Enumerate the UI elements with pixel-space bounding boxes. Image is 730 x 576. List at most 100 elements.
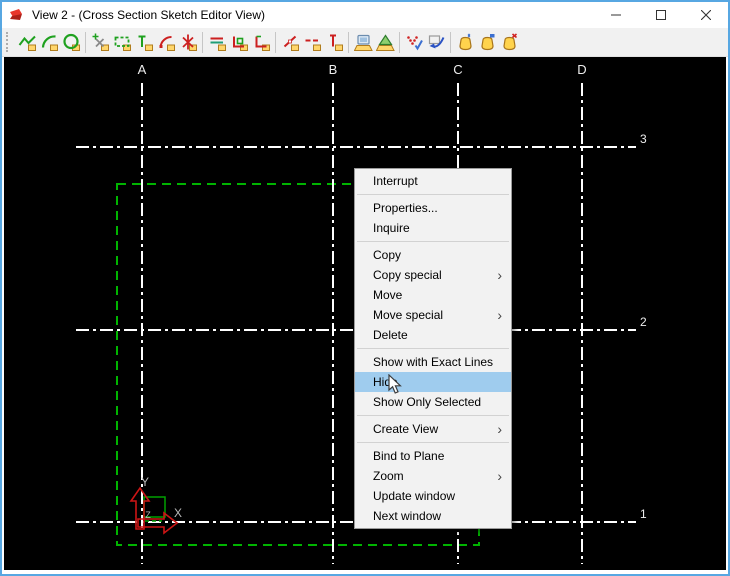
toolbar-button-dimension-free[interactable] [279, 30, 301, 54]
menu-item-copy[interactable]: Copy [355, 245, 511, 265]
save-profile-as-icon [478, 33, 497, 52]
menu-item-zoom[interactable]: Zoom › [355, 466, 511, 486]
menu-item-label: Properties... [373, 201, 438, 215]
toolbar-button-save-profile[interactable] [454, 30, 476, 54]
menu-item-copy-special[interactable]: Copy special › [355, 265, 511, 285]
menu-item-next-window[interactable]: Next window [355, 506, 511, 526]
toolbar-button-constraint-corner-fix[interactable] [228, 30, 250, 54]
toolbar-button-dimension-distance[interactable] [206, 30, 228, 54]
menu-item-label: Delete [373, 328, 408, 342]
toolbar-separator [450, 31, 451, 53]
menu-item-label: Show with Exact Lines [373, 355, 494, 369]
toolbar-button-sketch-rectangle[interactable] [111, 30, 133, 54]
toolbar-button-view-fit[interactable] [374, 30, 396, 54]
app-icon[interactable] [9, 7, 25, 23]
toolbar-button-check-sketch[interactable] [403, 30, 425, 54]
minimize-button[interactable] [593, 2, 638, 28]
save-profile-icon [456, 33, 475, 52]
toolbar-button-dimension-horizontal[interactable] [301, 30, 323, 54]
window: View 2 - (Cross Section Sketch Editor Vi… [0, 0, 730, 576]
maximize-icon [655, 10, 666, 20]
grid-label-2: 2 [640, 315, 647, 329]
toolbar [2, 28, 728, 57]
menu-item-label: Bind to Plane [373, 449, 445, 463]
toolbar-button-delete-profile[interactable] [498, 30, 520, 54]
minimize-icon [610, 14, 621, 16]
menu-separator [357, 442, 509, 443]
menu-item-label: Copy [373, 248, 402, 262]
dimension-distance-icon [208, 33, 227, 52]
grid-label-b: B [328, 62, 338, 77]
sketch-circle-icon [62, 33, 81, 52]
menu-item-label: Copy special [373, 268, 442, 282]
menu-item-hide[interactable]: Hide [355, 372, 511, 392]
close-button[interactable] [683, 2, 728, 28]
menu-item-show-only-selected[interactable]: Show Only Selected [355, 392, 511, 412]
menu-item-label: Create View [373, 422, 439, 436]
sketch-polyline-icon [18, 33, 37, 52]
titlebar: View 2 - (Cross Section Sketch Editor Vi… [2, 2, 728, 28]
axis-label-z: Z [145, 510, 151, 520]
menu-item-label: Move [373, 288, 403, 302]
menu-item-update-window[interactable]: Update window [355, 486, 511, 506]
toolbar-grip[interactable] [6, 32, 12, 52]
grid-label-3: 3 [640, 132, 647, 146]
close-icon [700, 10, 711, 20]
toolbar-button-constraint-corner[interactable] [250, 30, 272, 54]
toolbar-separator [348, 31, 349, 53]
toolbar-button-sketch-polyline[interactable] [16, 30, 38, 54]
sketch-arc-icon [40, 33, 59, 52]
delete-profile-icon [500, 33, 519, 52]
menu-item-delete[interactable]: Delete [355, 325, 511, 345]
delete-dimension-icon [179, 33, 198, 52]
axis-label-x: X [173, 506, 183, 520]
toolbar-button-save-profile-as[interactable] [476, 30, 498, 54]
toolbar-button-add-point[interactable] [89, 30, 111, 54]
next-view-icon [427, 33, 446, 52]
update-model-icon [354, 33, 373, 52]
submenu-arrow-icon: › [497, 307, 502, 323]
menu-item-bind-to-plane[interactable]: Bind to Plane [355, 446, 511, 466]
toolbar-separator [275, 31, 276, 53]
menu-item-label: Next window [373, 509, 442, 523]
toolbar-button-delete-dimension[interactable] [177, 30, 199, 54]
toolbar-separator [85, 31, 86, 53]
menu-item-create-view[interactable]: Create View › [355, 419, 511, 439]
cursor-arrow-icon [388, 374, 402, 394]
menu-item-label: Show Only Selected [373, 395, 482, 409]
grid-label-c: C [453, 62, 463, 77]
submenu-arrow-icon: › [497, 267, 502, 283]
toolbar-button-sketch-circle[interactable] [60, 30, 82, 54]
menu-separator [357, 348, 509, 349]
toolbar-button-sketch-line[interactable] [133, 30, 155, 54]
view-fit-icon [376, 33, 395, 52]
menu-item-interrupt[interactable]: Interrupt [355, 171, 511, 191]
sketch-rectangle-icon [113, 33, 132, 52]
toolbar-separator [202, 31, 203, 53]
dimension-vertical-icon [325, 33, 344, 52]
toolbar-button-next-view[interactable] [425, 30, 447, 54]
constraint-corner-fix-icon [230, 33, 249, 52]
dimension-arc-icon [157, 33, 176, 52]
menu-item-properties[interactable]: Properties... [355, 198, 511, 218]
grid-label-1: 1 [640, 507, 647, 521]
drawing-canvas[interactable]: Y X Z Interrupt Properties... Inquire Copy C… [4, 57, 726, 570]
toolbar-button-dimension-vertical[interactable] [323, 30, 345, 54]
menu-item-move[interactable]: Move [355, 285, 511, 305]
toolbar-button-sketch-arc[interactable] [38, 30, 60, 54]
check-sketch-icon [405, 33, 424, 52]
constraint-corner-icon [252, 33, 271, 52]
menu-item-label: Zoom [373, 469, 404, 483]
maximize-button[interactable] [638, 2, 683, 28]
menu-item-move-special[interactable]: Move special › [355, 305, 511, 325]
dimension-horizontal-icon [303, 33, 322, 52]
context-menu: Interrupt Properties... Inquire Copy Copy sp… [354, 168, 512, 529]
menu-item-label: Inquire [373, 221, 410, 235]
toolbar-button-update-model[interactable] [352, 30, 374, 54]
menu-separator [357, 241, 509, 242]
window-controls [593, 2, 728, 28]
menu-item-show-with-exact-lines[interactable]: Show with Exact Lines [355, 352, 511, 372]
menu-item-inquire[interactable]: Inquire [355, 218, 511, 238]
toolbar-button-dimension-arc[interactable] [155, 30, 177, 54]
toolbar-separator [399, 31, 400, 53]
